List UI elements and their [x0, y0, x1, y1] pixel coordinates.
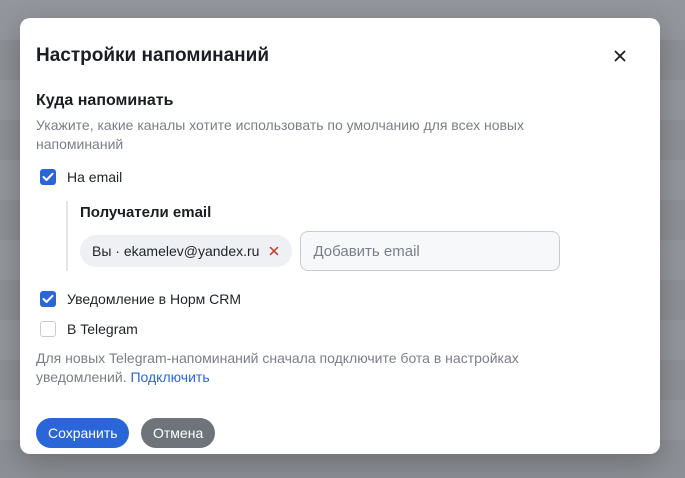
channel-crm-option[interactable]: Уведомление в Норм CRM: [36, 289, 644, 309]
checkmark-icon: [42, 172, 54, 181]
reminder-settings-dialog: Настройки напоминаний Куда напоминать Ук…: [20, 18, 660, 454]
recipients-row: Вы · ekamelev@yandex.ru: [80, 231, 644, 271]
email-checkbox[interactable]: [40, 169, 56, 185]
crm-checkbox[interactable]: [40, 291, 56, 307]
telegram-hint-text: Для новых Telegram-напоминаний сначала п…: [36, 350, 519, 385]
crm-checkbox-label[interactable]: Уведомление в Норм CRM: [67, 291, 241, 307]
telegram-checkbox[interactable]: [40, 321, 56, 337]
remove-icon: [270, 246, 279, 256]
dialog-actions: Сохранить Отмена: [36, 418, 644, 448]
recipient-chip: Вы · ekamelev@yandex.ru: [80, 235, 293, 267]
telegram-checkbox-label[interactable]: В Telegram: [67, 321, 138, 337]
dialog-header: Настройки напоминаний: [36, 44, 644, 68]
channel-telegram-option[interactable]: В Telegram: [36, 319, 644, 339]
checkmark-icon: [42, 294, 54, 303]
recipient-chip-label: Вы · ekamelev@yandex.ru: [92, 243, 260, 259]
dialog-title: Настройки напоминаний: [36, 45, 270, 66]
email-checkbox-label[interactable]: На email: [67, 169, 122, 185]
recipients-title: Получатели email: [80, 204, 212, 221]
email-recipients-section: Получатели email Вы · ekamelev@yandex.ru: [66, 201, 644, 271]
section-hint: Укажите, какие каналы хотите использоват…: [36, 117, 524, 152]
cancel-button[interactable]: Отмена: [141, 418, 215, 448]
close-icon: [614, 50, 626, 62]
telegram-hint: Для новых Telegram-напоминаний сначала п…: [36, 349, 596, 387]
channel-email-option[interactable]: На email: [36, 167, 644, 187]
close-button[interactable]: [608, 44, 632, 68]
add-email-input[interactable]: [300, 231, 561, 271]
connect-telegram-link[interactable]: Подключить: [130, 369, 209, 385]
section-title-where: Куда напоминать: [36, 92, 174, 109]
remove-recipient-button[interactable]: [268, 245, 280, 257]
save-button[interactable]: Сохранить: [36, 418, 129, 448]
